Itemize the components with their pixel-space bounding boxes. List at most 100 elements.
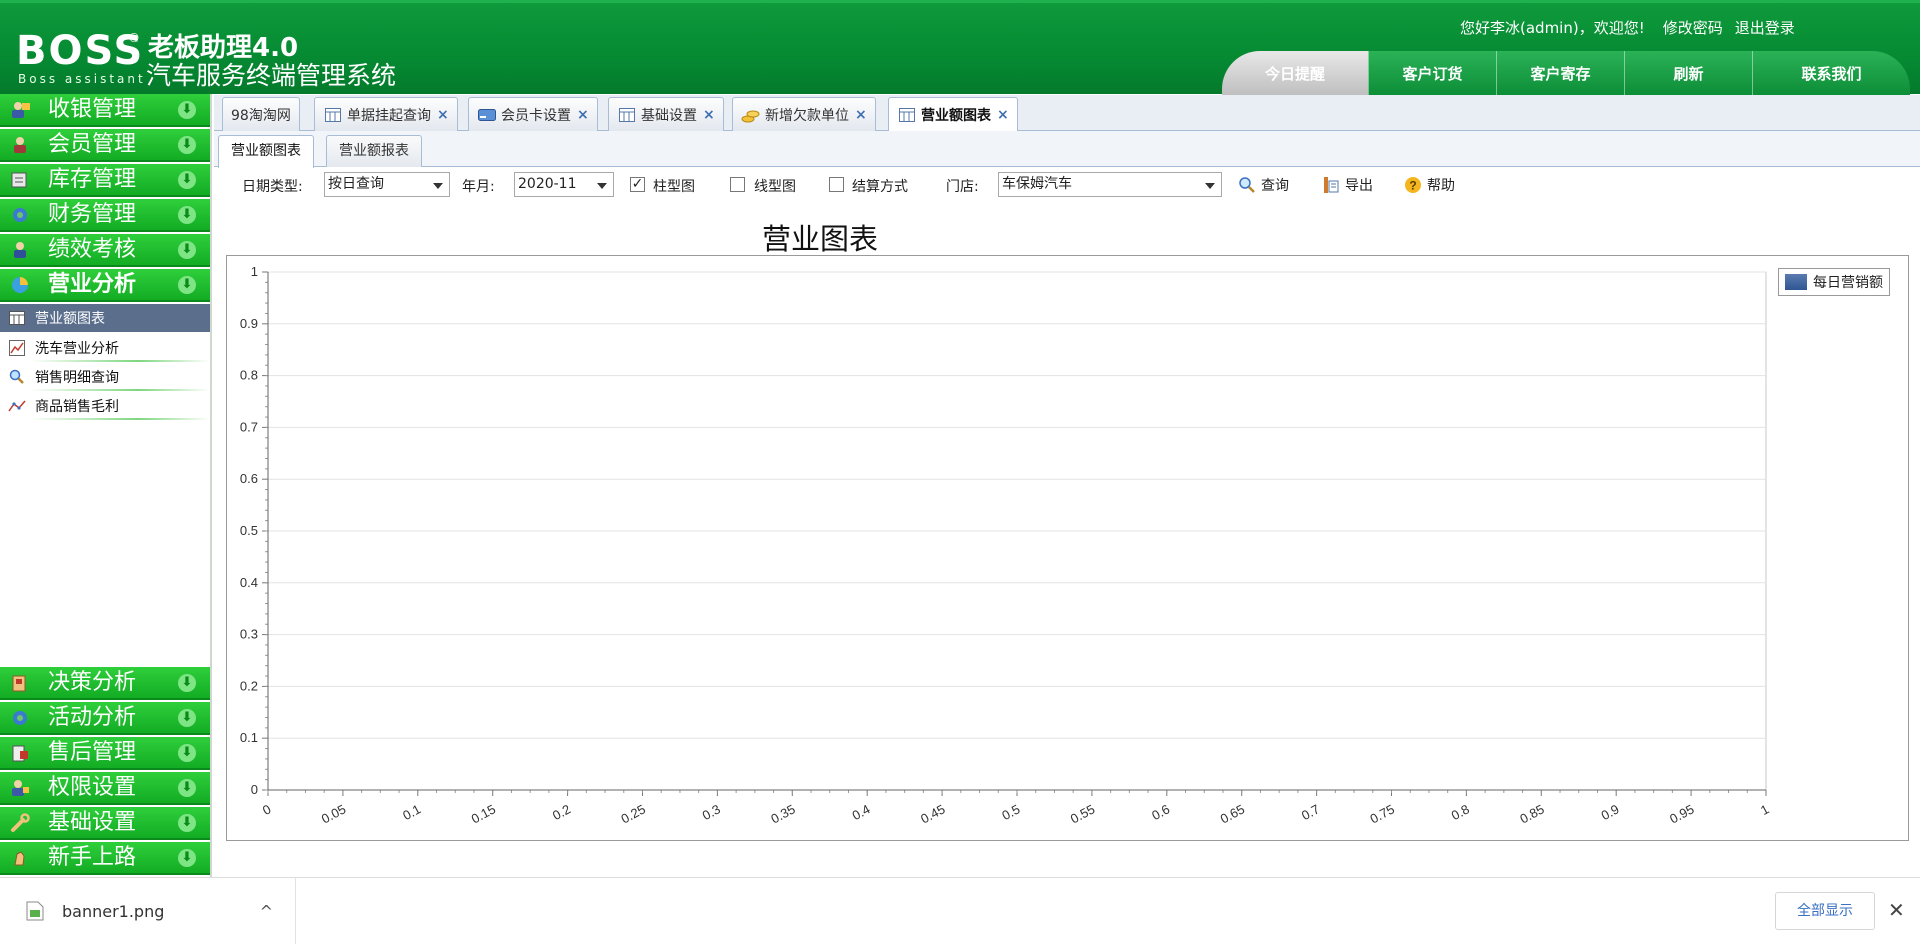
tab-bill-suspend-query[interactable]: 单据挂起查询 × xyxy=(314,97,458,131)
show-all-downloads-button[interactable]: 全部显示 xyxy=(1775,892,1875,930)
svg-text:?: ? xyxy=(1409,179,1416,193)
subtab-revenue-chart[interactable]: 营业额图表 xyxy=(218,135,314,168)
close-icon[interactable]: × xyxy=(855,107,867,123)
sidebar-menu-label: 财务管理 xyxy=(48,202,137,227)
close-icon[interactable]: × xyxy=(437,107,449,123)
logo-subtitle: Boss assistant xyxy=(18,72,146,86)
image-file-icon xyxy=(26,901,44,921)
close-icon[interactable]: × xyxy=(577,107,589,123)
tab-label: 营业额图表 xyxy=(921,108,991,124)
sub-tab-bar: 营业额图表 营业额报表 xyxy=(214,131,1920,168)
x-tick-label: 0.75 xyxy=(1368,801,1397,826)
sidebar-item-gross-profit[interactable]: 商品销售毛利 xyxy=(0,392,210,420)
settlement-checkbox[interactable] xyxy=(829,177,844,192)
close-icon[interactable]: ✕ xyxy=(1888,898,1905,922)
store-select[interactable]: 车保姆汽车 xyxy=(998,172,1222,197)
sidebar-menu-label: 新手上路 xyxy=(48,845,137,870)
y-tick-label: 0.3 xyxy=(240,627,258,642)
table-icon xyxy=(8,310,26,326)
sidebar: 收银管理 ⬇ 会员管理 ⬇ 库存管理 ⬇ 财务管理 ⬇ 绩效考核 ⬇ 营业分析 … xyxy=(0,94,212,877)
table-icon xyxy=(617,107,637,123)
x-tick-label: 0.3 xyxy=(700,801,723,823)
sidebar-menu-label: 收银管理 xyxy=(48,97,137,122)
export-button[interactable]: 导出 xyxy=(1322,172,1373,198)
chart-icon xyxy=(8,340,26,356)
top-nav-customer-order[interactable]: 客户订货 xyxy=(1368,51,1496,97)
sidebar-menu-activity[interactable]: 活动分析 ⬇ xyxy=(0,702,210,735)
y-tick-label: 0.5 xyxy=(240,523,258,538)
item-underline xyxy=(30,389,210,391)
tab-label: 单据挂起查询 xyxy=(347,107,431,124)
x-tick-label: 0.5 xyxy=(999,801,1022,823)
tab-98taotao[interactable]: 98淘淘网 xyxy=(222,97,300,131)
sidebar-item-revenue-chart[interactable]: 营业额图表 xyxy=(0,304,210,332)
x-tick-label: 0.95 xyxy=(1667,801,1696,826)
close-icon[interactable]: × xyxy=(703,107,715,123)
sidebar-menu-getting-started[interactable]: 新手上路 ⬇ xyxy=(0,842,210,875)
download-bar: banner1.png ^ 全部显示 ✕ xyxy=(0,877,1920,944)
top-nav-contact-us[interactable]: 联系我们 xyxy=(1752,51,1910,97)
y-tick-label: 0.4 xyxy=(240,575,258,590)
sidebar-item-sales-detail[interactable]: 销售明细查询 xyxy=(0,363,210,391)
tab-member-card-settings[interactable]: 会员卡设置 × xyxy=(468,97,598,131)
date-type-select[interactable]: 按日查询 xyxy=(324,172,450,197)
x-tick-label: 1 xyxy=(1758,801,1771,818)
sidebar-menu-finance[interactable]: 财务管理 ⬇ xyxy=(0,199,210,232)
legend-series-label: 每日营销额 xyxy=(1813,275,1883,291)
sidebar-menu-performance[interactable]: 绩效考核 ⬇ xyxy=(0,234,210,267)
revenue-chart: 0 0.1 0.2 0.3 0.4 0.5 0.6 0.7 0.8 0.9 1 0 0.05 0.1 0.1… xyxy=(240,264,1771,827)
help-button[interactable]: ? 帮助 xyxy=(1404,172,1455,198)
download-file-name: banner1.png xyxy=(62,901,165,921)
tab-new-debt-unit[interactable]: 新增欠款单位 × xyxy=(732,97,876,131)
cashier-icon xyxy=(6,99,34,121)
y-tick-label: 0.6 xyxy=(240,471,258,486)
x-tick-label: 0.85 xyxy=(1517,801,1546,826)
download-item[interactable]: banner1.png ^ xyxy=(0,878,296,944)
expand-arrow-icon: ⬇ xyxy=(178,135,196,154)
chevron-up-icon[interactable]: ^ xyxy=(260,902,273,921)
inventory-icon xyxy=(6,169,34,191)
query-button[interactable]: 查询 xyxy=(1238,172,1289,198)
item-underline xyxy=(30,418,210,420)
sidebar-menu-decision[interactable]: 决策分析 ⬇ xyxy=(0,667,210,700)
close-icon[interactable]: × xyxy=(997,107,1009,123)
logout-link[interactable]: 退出登录 xyxy=(1735,17,1795,38)
sidebar-menu-permission[interactable]: 权限设置 ⬇ xyxy=(0,772,210,805)
top-nav-refresh[interactable]: 刷新 xyxy=(1624,51,1752,97)
sidebar-menu-label: 会员管理 xyxy=(48,132,137,157)
month-value: 2020-11 xyxy=(518,176,577,192)
sidebar-item-carwash-analysis[interactable]: 洗车营业分析 xyxy=(0,334,210,362)
change-password-link[interactable]: 修改密码 xyxy=(1663,17,1723,38)
chart-title: 营业图表 xyxy=(761,222,878,256)
tab-basic-settings[interactable]: 基础设置 × xyxy=(608,97,724,131)
sidebar-menu-member[interactable]: 会员管理 ⬇ xyxy=(0,129,210,162)
expand-arrow-icon: ⬇ xyxy=(178,673,196,692)
expand-arrow-icon: ⬇ xyxy=(178,275,196,294)
line-chart-icon xyxy=(8,398,26,414)
sidebar-menu-aftersale[interactable]: 售后管理 ⬇ xyxy=(0,737,210,770)
query-button-label: 查询 xyxy=(1261,178,1289,194)
expand-arrow-icon: ⬇ xyxy=(178,743,196,762)
sidebar-menu-basic-settings[interactable]: 基础设置 ⬇ xyxy=(0,807,210,840)
line-chart-checkbox[interactable] xyxy=(730,177,745,192)
top-nav: 今日提醒 客户订货 客户寄存 刷新 联系我们 xyxy=(1222,51,1910,97)
store-label: 门店: xyxy=(946,179,979,195)
logo-boss: BOSS xyxy=(16,28,145,74)
tab-revenue-chart[interactable]: 营业额图表 × xyxy=(888,97,1018,132)
x-tick-label: 0.7 xyxy=(1299,801,1322,823)
subtab-revenue-report[interactable]: 营业额报表 xyxy=(326,135,422,167)
sidebar-menu-label: 决策分析 xyxy=(48,670,137,695)
table-icon xyxy=(323,107,343,123)
aftersale-icon xyxy=(6,742,34,764)
sidebar-menu-inventory[interactable]: 库存管理 ⬇ xyxy=(0,164,210,197)
top-nav-today-reminder[interactable]: 今日提醒 xyxy=(1222,51,1368,97)
sidebar-item-label: 营业额图表 xyxy=(35,311,105,327)
bar-chart-checkbox[interactable]: ✓ xyxy=(630,177,645,192)
top-nav-customer-storage[interactable]: 客户寄存 xyxy=(1496,51,1624,97)
sidebar-menu-label: 基础设置 xyxy=(48,810,137,835)
sidebar-menu-business-analysis[interactable]: 营业分析 ⬇ xyxy=(0,269,210,302)
month-select[interactable]: 2020-11 xyxy=(514,172,614,197)
expand-arrow-icon: ⬇ xyxy=(178,100,196,119)
sidebar-menu-cashier[interactable]: 收银管理 ⬇ xyxy=(0,94,210,127)
item-underline xyxy=(30,360,210,362)
